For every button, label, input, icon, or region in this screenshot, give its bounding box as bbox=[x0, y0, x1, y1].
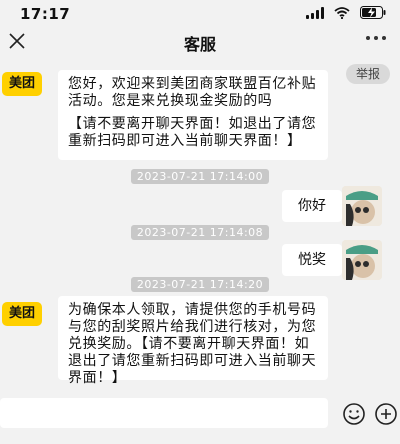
merchant-avatar[interactable]: 美团 bbox=[2, 302, 42, 326]
message-timestamp: 2023-07-21 17:14:00 bbox=[0, 169, 400, 184]
emoji-icon[interactable] bbox=[342, 402, 366, 426]
report-button[interactable]: 举报 bbox=[346, 64, 390, 84]
message-bubble-merchant: 您好，欢迎来到美团商家联盟百亿补贴活动。您是来兑换现金奖励的吗 【请不要离开聊天… bbox=[58, 70, 328, 160]
plus-circle-icon[interactable] bbox=[374, 402, 398, 426]
message-text: 【请不要离开聊天界面！如退出了请您重新扫码即可进入当前聊天界面！】 bbox=[68, 116, 317, 149]
merchant-avatar[interactable]: 美团 bbox=[2, 72, 42, 96]
message-bubble-merchant: 为确保本人领取，请提供您的手机号码与您的刮奖照片给我们进行核对，为您兑换奖励。【… bbox=[58, 296, 328, 386]
message-bubble-user: 你好 bbox=[282, 190, 342, 222]
message-text: 您好，欢迎来到美团商家联盟百亿补贴活动。您是来兑换现金奖励的吗 bbox=[68, 76, 317, 109]
input-bar bbox=[0, 392, 400, 444]
status-icons bbox=[306, 6, 386, 19]
battery-charging-icon bbox=[360, 6, 386, 19]
message-text: 悦奖 bbox=[298, 252, 326, 268]
message-timestamp: 2023-07-21 17:14:20 bbox=[0, 277, 400, 292]
user-avatar[interactable] bbox=[342, 240, 382, 280]
page-title: 客服 bbox=[183, 35, 216, 54]
message-bubble-user: 悦奖 bbox=[282, 244, 342, 276]
wifi-icon bbox=[334, 6, 350, 19]
user-avatar[interactable] bbox=[342, 186, 382, 226]
status-time: 17:17 bbox=[20, 5, 71, 23]
status-bar: 17:17 bbox=[0, 0, 400, 26]
more-icon[interactable] bbox=[366, 36, 386, 40]
message-text: 你好 bbox=[298, 198, 326, 214]
message-timestamp: 2023-07-21 17:14:08 bbox=[0, 225, 400, 240]
message-input[interactable] bbox=[0, 398, 328, 428]
nav-bar: 客服 bbox=[0, 26, 400, 56]
message-text: 为确保本人领取，请提供您的手机号码与您的刮奖照片给我们进行核对，为您兑换奖励。【… bbox=[68, 302, 317, 386]
signal-icon bbox=[306, 6, 324, 19]
